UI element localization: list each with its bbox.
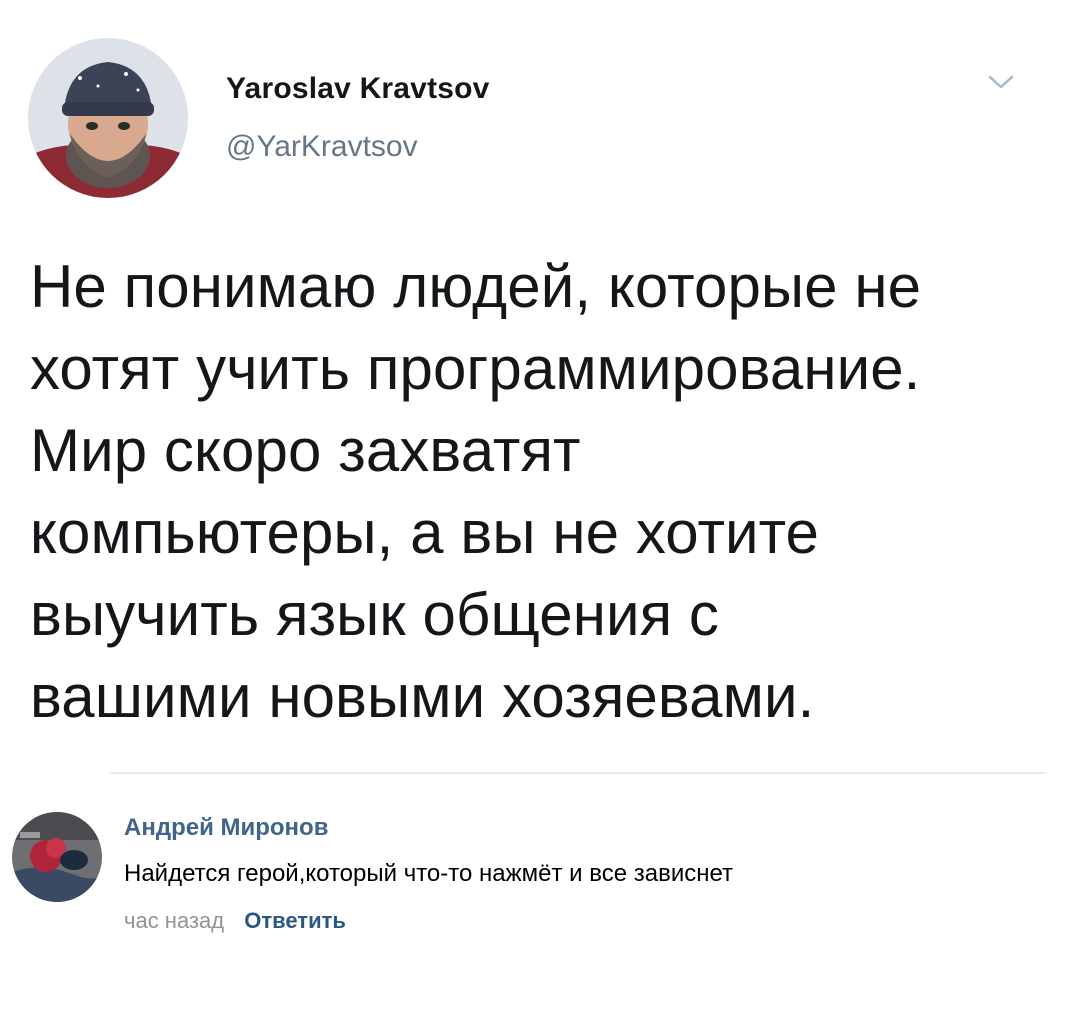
commenter-avatar-image — [12, 812, 102, 902]
comment-timestamp: час назад — [124, 908, 225, 933]
author-avatar[interactable] — [28, 38, 188, 198]
comment-text: Найдется герой,который что-то нажмёт и в… — [124, 860, 734, 887]
chevron-down-icon — [988, 75, 1014, 89]
commenter-avatar[interactable] — [12, 812, 102, 902]
tweet-menu-button[interactable] — [984, 68, 1018, 96]
author-display-name[interactable]: Yaroslav Kravtsov — [226, 72, 490, 106]
comment-meta: час назад Ответить — [124, 908, 346, 934]
author-avatar-image — [28, 38, 188, 198]
commenter-name[interactable]: Андрей Миронов — [124, 814, 328, 842]
tweet-text: Не понимаю людей, которые не хотят учить… — [30, 253, 922, 730]
divider — [110, 772, 1046, 774]
reply-button[interactable]: Ответить — [244, 908, 346, 933]
author-handle[interactable]: @YarKravtsov — [226, 130, 418, 164]
